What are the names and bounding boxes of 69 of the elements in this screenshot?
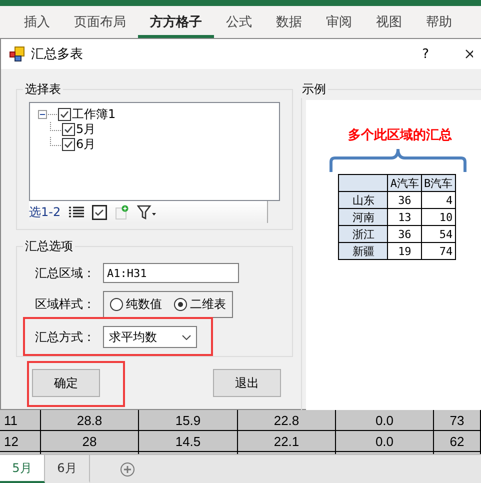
radio-label[interactable]: 纯数值 xyxy=(126,296,162,313)
table-cell: 74 xyxy=(422,242,456,260)
field-label: 区域样式： xyxy=(35,296,95,313)
table-cell: 62 xyxy=(434,431,481,451)
ribbon-tab[interactable]: 公式 xyxy=(214,6,264,38)
table-cell: 73 xyxy=(434,410,481,430)
row-header: 山东 xyxy=(338,192,388,208)
brace-icon xyxy=(329,146,467,174)
table-cell: 54 xyxy=(422,226,456,242)
table-cell: 36 xyxy=(388,192,422,208)
close-icon[interactable] xyxy=(465,48,473,60)
dialog-button[interactable]: 退出 xyxy=(213,369,281,397)
column-header: B汽车 xyxy=(422,174,456,192)
example-caption: 多个此区域的汇总 xyxy=(347,127,452,144)
range-field[interactable]: A1:H31 xyxy=(103,263,239,283)
radio-button[interactable] xyxy=(174,298,187,311)
group-title: 选择表 xyxy=(24,81,62,98)
row-number: 11 xyxy=(0,410,41,430)
checkbox[interactable] xyxy=(62,123,75,136)
filter-icon[interactable] xyxy=(136,204,157,220)
chevron-icon xyxy=(182,334,191,340)
table-cell: 28.8 xyxy=(41,410,139,430)
ribbon-tab[interactable]: 插入 xyxy=(12,6,62,38)
app-icon xyxy=(9,46,25,62)
selection-count: 选1-2 xyxy=(29,204,61,220)
ribbon-tab[interactable]: 帮助 xyxy=(414,6,464,38)
field-label: 汇总方式： xyxy=(35,328,95,346)
tree-item[interactable]: 5月 xyxy=(76,121,96,138)
table-cell: 19 xyxy=(388,242,422,260)
table-cell: 10 xyxy=(422,208,456,226)
field-label: 汇总区域： xyxy=(35,264,95,282)
column-header: A汽车 xyxy=(388,174,422,192)
dialog-button[interactable]: 确定 xyxy=(32,369,100,397)
ribbon-tab[interactable]: 审阅 xyxy=(314,6,364,38)
checkbox[interactable] xyxy=(62,138,75,151)
table-cell: 22.1 xyxy=(238,431,336,451)
ribbon-tab[interactable]: 数据 xyxy=(264,6,314,38)
table-cell: 13 xyxy=(388,208,422,226)
sheet-tab[interactable]: 6月 xyxy=(45,455,90,483)
sheet-tab[interactable]: 5月 xyxy=(0,455,45,483)
tree-item[interactable]: 6月 xyxy=(76,136,96,153)
row-header: 河南 xyxy=(338,208,388,226)
add-sheet-icon[interactable] xyxy=(114,204,129,220)
dialog-title: 汇总多表 xyxy=(31,46,84,63)
table-cell: 4 xyxy=(422,192,456,208)
table-cell: 0.0 xyxy=(336,431,434,451)
radio-button[interactable] xyxy=(110,298,123,311)
row-number: 12 xyxy=(0,431,41,451)
table-cell: 0.0 xyxy=(336,410,434,430)
method-dropdown[interactable]: 求平均数 xyxy=(103,326,197,348)
list-icon[interactable] xyxy=(68,206,84,218)
table-cell: 36 xyxy=(388,226,422,242)
table-cell: 28 xyxy=(41,431,139,451)
table-cell: 22.8 xyxy=(238,410,336,430)
table-cell: 14.5 xyxy=(139,431,238,451)
group-title: 示例 xyxy=(301,81,327,98)
checkbox[interactable] xyxy=(58,108,71,121)
table-cell: 15.9 xyxy=(139,410,238,430)
group-title: 汇总选项 xyxy=(24,238,74,255)
ribbon-tab[interactable]: 视图 xyxy=(364,6,414,38)
radio-label[interactable]: 二维表 xyxy=(190,296,226,313)
help-button[interactable]: ? xyxy=(422,46,429,62)
collapse-icon[interactable] xyxy=(38,110,47,119)
ribbon-tab[interactable]: 页面布局 xyxy=(62,6,138,38)
check-all-icon[interactable] xyxy=(92,204,107,220)
row-header: 浙江 xyxy=(338,226,388,242)
add-sheet-icon[interactable] xyxy=(120,462,135,476)
row-header: 新疆 xyxy=(338,242,388,260)
tree-item[interactable]: 工作簿1 xyxy=(72,106,116,123)
